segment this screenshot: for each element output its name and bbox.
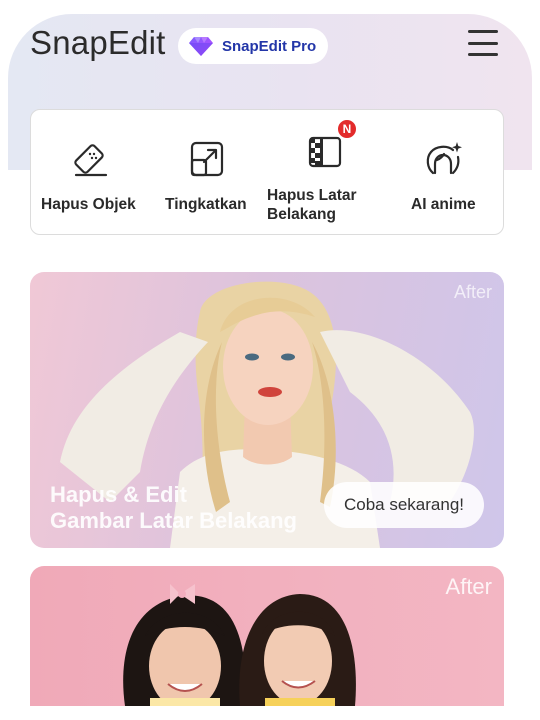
banner-title: Hapus & Edit Gambar Latar Belakang (50, 482, 297, 534)
tool-ai-anime[interactable]: AI anime (391, 110, 505, 234)
tool-tingkatkan[interactable]: Tingkatkan (151, 110, 267, 234)
second-feature-banner[interactable]: After (30, 566, 504, 706)
ai-anime-icon (423, 140, 463, 178)
try-now-button[interactable]: Coba sekarang! (324, 482, 484, 528)
after-label: After (453, 282, 492, 302)
banner-title-line1: Hapus & Edit (50, 482, 187, 507)
tool-label-line1: Hapus Latar (267, 187, 357, 204)
tool-label: Tingkatkan (165, 196, 247, 213)
snapedit-pro-button[interactable]: SnapEdit Pro (178, 28, 328, 64)
after-label: After (445, 574, 492, 599)
tool-label-line2: Belakang (267, 206, 336, 223)
tools-card: Hapus Objek Tingkatkan Hapus Latar Belak… (30, 109, 504, 235)
tool-label: Hapus Objek (41, 196, 136, 213)
remove-background-banner[interactable]: After Hapus & Edit Gambar Latar Belakang… (30, 272, 504, 548)
banner-title-line2: Gambar Latar Belakang (50, 508, 297, 533)
eraser-icon (73, 140, 109, 178)
new-badge: N (336, 118, 358, 140)
app-logo: SnapEdit (30, 24, 166, 61)
hamburger-menu-icon[interactable] (468, 30, 498, 56)
diamond-icon (188, 35, 214, 57)
tool-hapus-objek[interactable]: Hapus Objek (31, 110, 151, 234)
tool-label: AI anime (411, 196, 476, 213)
upscale-icon (189, 140, 225, 178)
pro-badge-label: SnapEdit Pro (222, 37, 317, 55)
tool-hapus-latar-belakang[interactable]: Hapus Latar Belakang (267, 110, 391, 234)
two-girls-image (123, 584, 356, 706)
